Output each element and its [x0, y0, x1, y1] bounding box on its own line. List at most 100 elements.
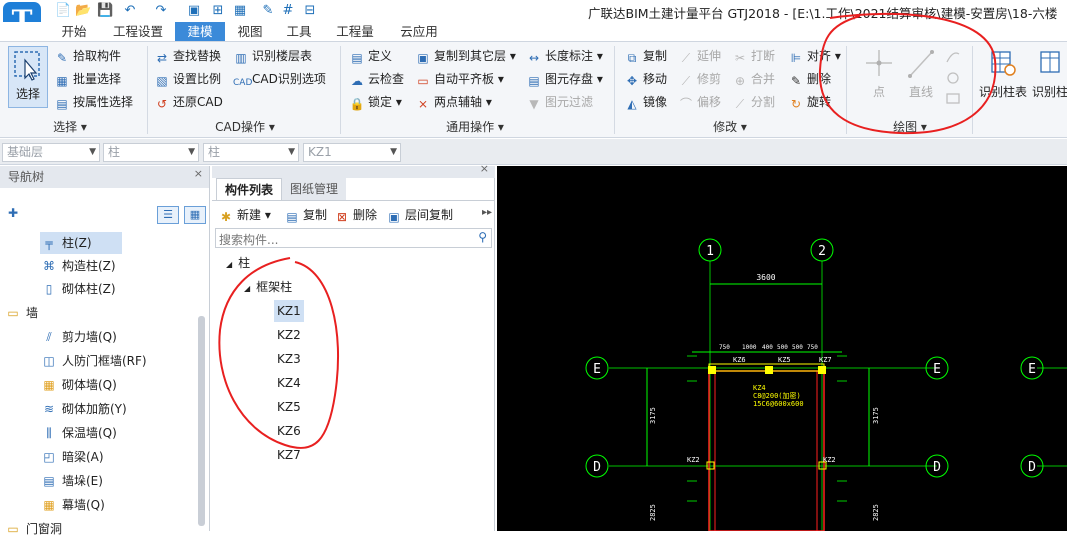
trim-button[interactable]: ⟋ 修剪 — [678, 69, 721, 89]
nav-scrollbar[interactable] — [198, 316, 205, 526]
set-scale-button[interactable]: ▧ 设置比例 — [154, 69, 221, 89]
component-item-kz1[interactable]: KZ1 — [274, 300, 304, 322]
merge-button[interactable]: ⊕ 合并 — [732, 69, 775, 89]
delete-button[interactable]: ✎ 删除 — [788, 69, 831, 89]
restore-cad-button[interactable]: ↺ 还原CAD — [154, 92, 223, 112]
floor-select[interactable]: 基础层 ▼ — [2, 143, 100, 162]
category-select[interactable]: 柱 ▼ — [103, 143, 199, 162]
save-icon[interactable]: 💾 — [97, 3, 113, 19]
tab-drawing-management[interactable]: 图纸管理 — [282, 178, 347, 200]
close-icon[interactable]: × — [194, 163, 203, 185]
nav-item-masonry-column[interactable]: ▯ 砌体柱(Z) — [40, 278, 116, 300]
copy-button[interactable]: ⧉ 复制 — [624, 46, 667, 66]
nav-item-insulation-wall[interactable]: ⫼ 保温墙(Q) — [40, 422, 117, 444]
line-button[interactable]: 直线 — [902, 46, 940, 100]
edit-icon[interactable]: ✎ — [260, 3, 276, 19]
type-select[interactable]: 柱 ▼ — [203, 143, 299, 162]
copy-between-floors-button[interactable]: ▣ 层间复制 — [386, 205, 453, 225]
more-icon[interactable]: ▸▸ — [482, 207, 492, 218]
tab-start[interactable]: 开始 — [48, 22, 100, 41]
element-store-button[interactable]: ▤ 图元存盘 ▾ — [526, 69, 603, 89]
offset-button[interactable]: ⌒ 偏移 — [678, 92, 721, 112]
component-item-kz2[interactable]: KZ2 — [277, 324, 301, 346]
select-by-attr-button[interactable]: ▤ 按属性选择 — [54, 92, 133, 112]
find-replace-button[interactable]: ⇄ 查找替换 — [154, 46, 221, 66]
cad-drawing-canvas[interactable]: 1 2 E E E D D D 3600 750 1000 400 500 50… — [497, 166, 1067, 532]
break-button[interactable]: ✂ 打断 — [732, 46, 775, 66]
undo-icon[interactable]: ↶ — [122, 3, 138, 19]
mirror-button[interactable]: ◭ 镜像 — [624, 92, 667, 112]
split-button[interactable]: ⟋ 分割 — [732, 92, 775, 112]
identify-column-button[interactable]: 识别柱 — [1030, 46, 1067, 100]
tab-cloud[interactable]: 云应用 — [390, 22, 448, 41]
open-file-icon[interactable]: 📂 — [75, 3, 91, 19]
tab-project-settings[interactable]: 工程设置 — [104, 22, 172, 41]
cloud-check-button[interactable]: ☁ 云检查 — [349, 69, 404, 89]
tab-tools[interactable]: 工具 — [276, 22, 322, 41]
define-button[interactable]: ▤ 定义 — [349, 46, 392, 66]
grid-view-icon[interactable]: ▦ — [184, 206, 206, 224]
search-input[interactable]: 搜索构件... ⚲ — [215, 228, 492, 248]
tree-group-frame-column[interactable]: ◢ 框架柱 — [244, 276, 292, 298]
point-button[interactable]: 点 — [860, 46, 898, 100]
new-component-button[interactable]: ✱ 新建 ▾ — [218, 205, 271, 225]
extend-button[interactable]: ⟋ 延伸 — [678, 46, 721, 66]
table-icon[interactable]: ▦ — [232, 3, 248, 19]
delete-component-button[interactable]: ⊠ 删除 — [334, 205, 377, 225]
nav-item-curtain-wall[interactable]: ▦ 幕墙(Q) — [40, 494, 104, 516]
pick-component-button[interactable]: ✎ 拾取构件 — [54, 46, 121, 66]
copy-to-floor-button[interactable]: ▣ 复制到其它层 ▾ — [415, 46, 516, 66]
tree-root-column[interactable]: ◢ 柱 — [226, 252, 250, 274]
new-file-icon[interactable]: 📄 — [55, 3, 71, 19]
nav-item-column[interactable]: ╤ 柱(Z) — [40, 232, 122, 254]
nav-item-hidden-beam[interactable]: ◰ 暗梁(A) — [40, 446, 103, 468]
element-filter-button[interactable]: ▼ 图元过滤 — [526, 92, 593, 112]
auto-align-slab-button[interactable]: ▭ 自动平齐板 ▾ — [415, 69, 504, 89]
list-view-icon[interactable]: ☰ — [157, 206, 179, 224]
group-label-cad[interactable]: CAD操作 ▾ — [200, 118, 290, 136]
nav-group-openings[interactable]: ▭ 门窗洞 — [4, 518, 62, 540]
component-item-kz3[interactable]: KZ3 — [277, 348, 301, 370]
nav-item-masonry-wall[interactable]: ▦ 砌体墙(Q) — [40, 374, 116, 396]
draw-extras[interactable] — [944, 48, 962, 108]
component-item-kz4[interactable]: KZ4 — [277, 372, 301, 394]
component-item-kz7[interactable]: KZ7 — [277, 444, 301, 466]
grid-icon[interactable]: ⊞ — [210, 3, 226, 19]
nav-item-wall-pier[interactable]: ▤ 墙垛(E) — [40, 470, 103, 492]
group-label-common[interactable]: 通用操作 ▾ — [430, 118, 520, 136]
component-item-kz5[interactable]: KZ5 — [277, 396, 301, 418]
length-dim-button[interactable]: ↔ 长度标注 ▾ — [526, 46, 603, 66]
tab-component-list[interactable]: 构件列表 — [216, 178, 283, 200]
group-label-select[interactable]: 选择 ▾ — [40, 118, 100, 136]
move-button[interactable]: ✥ 移动 — [624, 69, 667, 89]
nav-item-masonry-rebar[interactable]: ≋ 砌体加筋(Y) — [40, 398, 127, 420]
tab-view[interactable]: 视图 — [228, 22, 272, 41]
nav-item-constructional-column[interactable]: ⌘ 构造柱(Z) — [40, 255, 116, 277]
cad-options-button[interactable]: CADCAD识别选项 — [233, 69, 326, 89]
nav-item-civil-defense-wall[interactable]: ◫ 人防门框墙(RF) — [40, 350, 146, 372]
component-item-kz6[interactable]: KZ6 — [277, 420, 301, 442]
identify-column-table-button[interactable]: 识别柱表 — [978, 46, 1028, 100]
view-icon[interactable]: ▣ — [186, 3, 202, 19]
align-button[interactable]: ⊫ 对齐 ▾ — [788, 46, 841, 66]
select-big-button[interactable]: 选择 — [8, 46, 48, 108]
batch-select-button[interactable]: ▦ 批量选择 — [54, 69, 121, 89]
close-icon[interactable]: × — [480, 162, 489, 175]
component-select[interactable]: KZ1 ▼ — [303, 143, 401, 162]
group-label-modify[interactable]: 修改 ▾ — [695, 118, 765, 136]
search-icon[interactable]: ⚲ — [478, 230, 487, 244]
layout-icon[interactable]: ⊟ — [302, 3, 318, 19]
two-point-axis-button[interactable]: ⨯ 两点辅轴 ▾ — [415, 92, 492, 112]
tab-modeling[interactable]: 建模 — [175, 22, 225, 41]
nav-item-shear-wall[interactable]: ⫽ 剪力墙(Q) — [40, 326, 117, 348]
group-label-draw[interactable]: 绘图 ▾ — [875, 118, 945, 136]
hash-icon[interactable]: # — [280, 3, 296, 19]
rotate-button[interactable]: ↻ 旋转 — [788, 92, 831, 112]
nav-group-wall[interactable]: ▭ 墙 — [4, 302, 38, 324]
expand-all-icon[interactable]: ✚ — [8, 206, 18, 220]
redo-icon[interactable]: ↷ — [153, 3, 169, 19]
lock-button[interactable]: 🔒 锁定 ▾ — [349, 92, 402, 112]
copy-component-button[interactable]: ▤ 复制 — [284, 205, 327, 225]
cad-drawing[interactable]: 1 2 E E E D D D 3600 750 1000 400 500 50… — [497, 166, 1067, 532]
identify-floor-table-button[interactable]: ▥ 识别楼层表 — [233, 46, 312, 66]
